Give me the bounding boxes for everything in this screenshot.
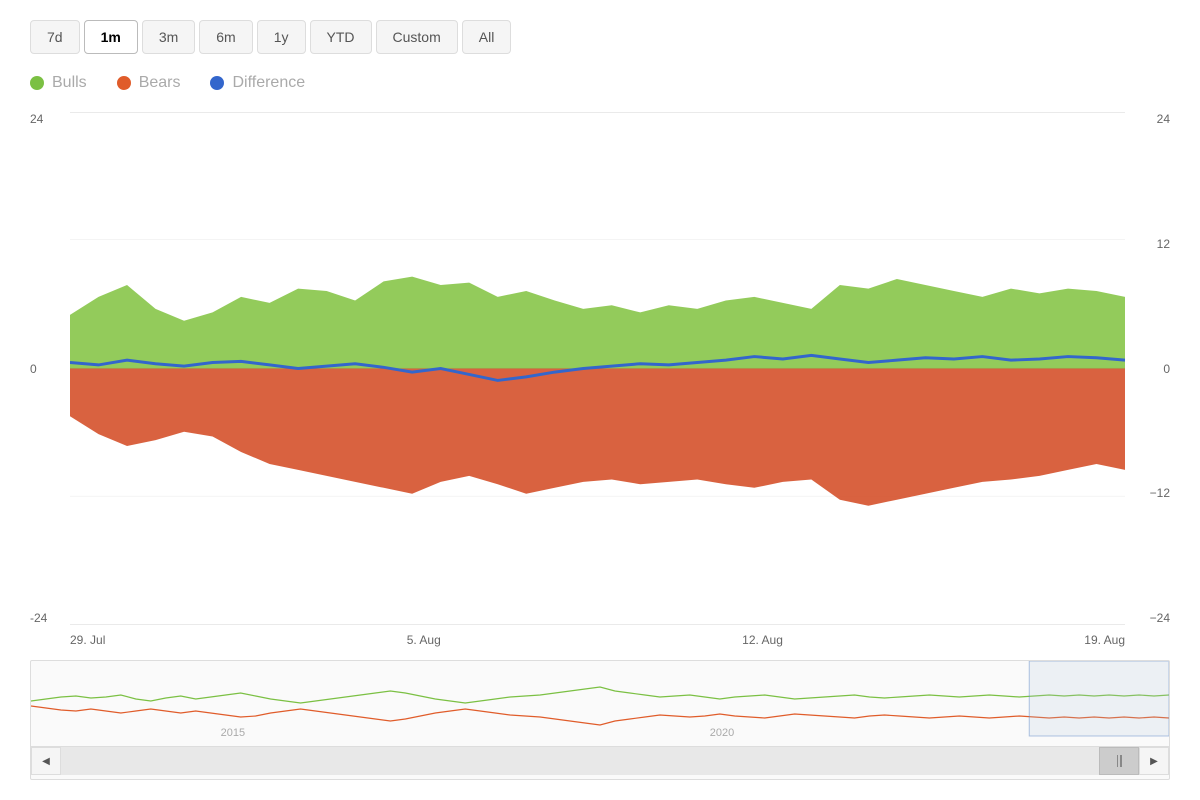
y-label-mid-left: 0 bbox=[30, 362, 70, 376]
chart-legend: Bulls Bears Difference bbox=[30, 74, 1170, 92]
x-axis: 29. Jul 5. Aug 12. Aug 19. Aug bbox=[70, 625, 1125, 655]
scroll-right-button[interactable]: ▶ bbox=[1139, 747, 1169, 775]
y-label-24r: 24 bbox=[1157, 112, 1170, 126]
main-chart-svg bbox=[70, 112, 1125, 625]
bulls-dot bbox=[30, 76, 44, 90]
x-label-5aug: 5. Aug bbox=[407, 633, 441, 647]
bears-label: Bears bbox=[139, 74, 181, 92]
x-label-19aug: 19. Aug bbox=[1084, 633, 1125, 647]
time-btn-ytd[interactable]: YTD bbox=[310, 20, 372, 54]
bears-dot bbox=[117, 76, 131, 90]
legend-difference: Difference bbox=[210, 74, 305, 92]
time-btn-1m[interactable]: 1m bbox=[84, 20, 138, 54]
y-label-n12r: −12 bbox=[1150, 486, 1170, 500]
navigator-scrollbar: ◀ ▶ bbox=[31, 746, 1169, 775]
time-btn-custom[interactable]: Custom bbox=[376, 20, 458, 54]
main-chart: 24 0 -24 24 12 0 −12 −24 bbox=[30, 112, 1170, 655]
y-label-0r: 0 bbox=[1163, 362, 1170, 376]
scroll-left-button[interactable]: ◀ bbox=[31, 747, 61, 775]
x-label-12aug: 12. Aug bbox=[742, 633, 783, 647]
y-axis-right: 24 12 0 −12 −24 bbox=[1125, 112, 1170, 625]
bulls-label: Bulls bbox=[52, 74, 87, 92]
y-label-bot-left: -24 bbox=[30, 611, 70, 625]
difference-label: Difference bbox=[232, 74, 305, 92]
grip-line-1 bbox=[1117, 755, 1119, 767]
y-label-top-left: 24 bbox=[30, 112, 70, 126]
svg-text:2020: 2020 bbox=[710, 727, 734, 739]
chart-wrapper: 24 0 -24 24 12 0 −12 −24 bbox=[30, 112, 1170, 780]
navigator-area: 2015 2020 ◀ ▶ bbox=[30, 660, 1170, 780]
navigator-svg: 2015 2020 bbox=[31, 661, 1169, 741]
scroll-track[interactable] bbox=[61, 747, 1139, 775]
y-label-n24r: −24 bbox=[1150, 611, 1170, 625]
time-btn-6m[interactable]: 6m bbox=[199, 20, 252, 54]
time-btn-1y[interactable]: 1y bbox=[257, 20, 306, 54]
legend-bulls: Bulls bbox=[30, 74, 87, 92]
x-label-29jul: 29. Jul bbox=[70, 633, 105, 647]
y-axis-left: 24 0 -24 bbox=[30, 112, 70, 625]
grip-line-2 bbox=[1120, 755, 1122, 767]
time-range-selector: 7d 1m 3m 6m 1y YTD Custom All bbox=[30, 20, 1170, 54]
svg-text:2015: 2015 bbox=[221, 727, 245, 739]
main-container: 7d 1m 3m 6m 1y YTD Custom All Bulls Bear… bbox=[0, 0, 1200, 800]
time-btn-3m[interactable]: 3m bbox=[142, 20, 195, 54]
scroll-thumb[interactable] bbox=[1099, 747, 1139, 775]
difference-dot bbox=[210, 76, 224, 90]
legend-bears: Bears bbox=[117, 74, 181, 92]
time-btn-7d[interactable]: 7d bbox=[30, 20, 80, 54]
time-btn-all[interactable]: All bbox=[462, 20, 512, 54]
y-label-12r: 12 bbox=[1157, 237, 1170, 251]
scroll-thumb-grip bbox=[1117, 755, 1122, 767]
